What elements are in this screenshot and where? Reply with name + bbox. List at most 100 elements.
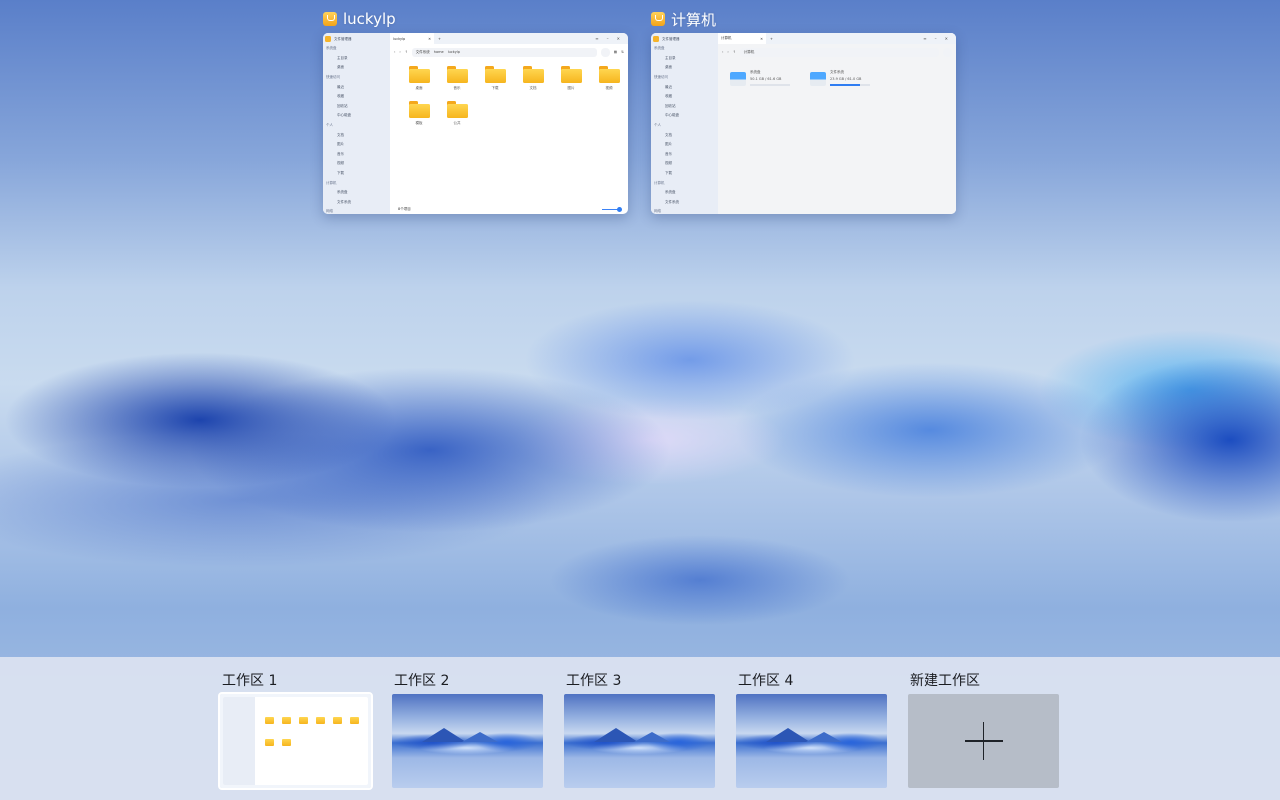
folder-icon [560, 66, 582, 83]
sidebar-item[interactable]: 音乐 [323, 150, 390, 160]
workspace-3[interactable]: 工作区 3 [564, 669, 717, 788]
workspace-preview[interactable] [392, 694, 543, 788]
menu-icon[interactable]: ≡ [595, 36, 598, 41]
breadcrumb-item[interactable]: home [434, 50, 444, 54]
toolbar: ‹ › ↑ 计算机 [718, 44, 956, 60]
sidebar-group: 个人 [654, 123, 661, 128]
breadcrumb-item[interactable]: 计算机 [744, 50, 755, 55]
window-title: luckylp [343, 10, 396, 28]
sidebar-item[interactable]: 文档 [651, 130, 718, 140]
sort-icon[interactable]: ⇅ [621, 50, 624, 54]
menu-icon[interactable]: ≡ [923, 36, 926, 41]
workspace-1[interactable]: 工作区 1 [218, 669, 373, 790]
drive-item[interactable]: 系统盘 50.1 GB / 61.6 GB [730, 70, 796, 86]
sidebar-item[interactable]: 系统盘 [651, 188, 718, 198]
sidebar-item[interactable]: 桌面 [323, 63, 390, 73]
zoom-slider[interactable] [602, 207, 622, 211]
folder-item[interactable]: 公共 [438, 101, 476, 126]
main-pane: 计算机 ✕ + ≡ – ✕ ‹ › ↑ 计算机 系统盘 50.1 GB / 61… [718, 33, 956, 214]
window-title-bar: 计算机 [651, 9, 956, 29]
folder-icon [265, 717, 274, 724]
new-workspace-button[interactable] [908, 694, 1059, 788]
folder-icon [408, 66, 430, 83]
sidebar-item[interactable]: 文件系统 [323, 198, 390, 208]
sidebar-item[interactable]: 图片 [651, 140, 718, 150]
address-bar[interactable]: 文件系统 home luckylp [411, 47, 597, 57]
window-controls: ≡ – ✕ [923, 36, 956, 41]
back-icon[interactable]: ‹ [722, 50, 723, 54]
sidebar-item[interactable]: 主目录 [651, 54, 718, 64]
hard-drive-icon [810, 72, 826, 86]
window-thumbnail-computer[interactable]: 计算机 文件管理器 系统盘 主目录 桌面 快速访问 最近 收藏 回收站 中心磁盘… [651, 9, 956, 214]
workspace-preview[interactable] [736, 694, 887, 788]
sidebar-item[interactable]: 收藏 [323, 92, 390, 102]
drive-item[interactable]: 文件系统 23.9 GB / 61.0 GB [810, 70, 876, 86]
add-tab-icon[interactable]: + [434, 37, 441, 41]
sidebar-item[interactable]: 音乐 [651, 150, 718, 160]
sidebar-item[interactable]: 图片 [323, 140, 390, 150]
forward-icon[interactable]: › [399, 50, 400, 54]
minimize-icon[interactable]: – [607, 36, 609, 41]
breadcrumb-item[interactable]: luckylp [448, 50, 460, 54]
folder-item[interactable]: 图片 [552, 66, 590, 91]
folder-item[interactable]: 文档 [514, 66, 552, 91]
tab-luckylp[interactable]: luckylp ✕ [390, 33, 434, 44]
address-bar[interactable]: 计算机 [739, 47, 939, 57]
sidebar-item[interactable]: 桌面 [651, 63, 718, 73]
sidebar-item[interactable]: 中心磁盘 [323, 111, 390, 121]
sidebar-item[interactable]: 收藏 [651, 92, 718, 102]
tab-bar: luckylp ✕ + ≡ – ✕ [390, 33, 628, 44]
sidebar-item[interactable]: 回收站 [323, 102, 390, 112]
sidebar-item[interactable]: 视频 [651, 159, 718, 169]
folder-label: 音乐 [453, 86, 461, 90]
sidebar-item[interactable]: 最近 [651, 82, 718, 92]
close-window-icon[interactable]: ✕ [617, 36, 620, 41]
up-icon[interactable]: ↑ [405, 50, 408, 54]
new-workspace[interactable]: 新建工作区 [908, 669, 1061, 788]
app-name: 文件管理器 [662, 36, 680, 41]
window-controls: ≡ – ✕ [595, 36, 628, 41]
sidebar-item[interactable]: 下载 [323, 169, 390, 179]
sidebar: 文件管理器 系统盘 主目录 桌面 快速访问 最近 收藏 回收站 中心磁盘 个人 … [323, 33, 390, 214]
workspace-4[interactable]: 工作区 4 [736, 669, 889, 788]
folder-item[interactable]: 下载 [476, 66, 514, 91]
close-tab-icon[interactable]: ✕ [428, 37, 431, 41]
search-icon[interactable] [943, 47, 952, 57]
folder-item[interactable]: 模板 [400, 101, 438, 126]
sidebar-item[interactable]: 主目录 [323, 54, 390, 64]
sidebar-group: 快速访问 [654, 75, 668, 80]
sidebar-item[interactable]: 视频 [323, 159, 390, 169]
search-icon[interactable] [600, 47, 610, 57]
forward-icon[interactable]: › [727, 50, 728, 54]
workspace-preview[interactable] [564, 694, 715, 788]
sidebar-item[interactable]: 系统盘 [323, 188, 390, 198]
window-thumbnail-luckylp[interactable]: luckylp 文件管理器 系统盘 主目录 桌面 快速访问 最近 收藏 回收站 … [323, 9, 628, 214]
folder-item[interactable]: 视频 [590, 66, 628, 91]
drive-info: 系统盘 50.1 GB / 61.6 GB [750, 70, 796, 86]
minimize-icon[interactable]: – [935, 36, 937, 41]
close-tab-icon[interactable]: ✕ [760, 37, 763, 41]
folder-item[interactable]: 桌面 [400, 66, 438, 91]
sidebar-item[interactable]: 下载 [651, 169, 718, 179]
add-tab-icon[interactable]: + [766, 37, 773, 41]
breadcrumb-item[interactable]: 文件系统 [416, 50, 430, 55]
view-mode-icon[interactable]: ▦ [614, 50, 617, 54]
folder-item[interactable]: 音乐 [438, 66, 476, 91]
sidebar-item[interactable]: 文件系统 [651, 198, 718, 208]
tab-computer[interactable]: 计算机 ✕ [718, 33, 766, 44]
workspace-preview[interactable] [218, 692, 373, 790]
sidebar-item[interactable]: 文档 [323, 130, 390, 140]
sidebar-item[interactable]: 最近 [323, 82, 390, 92]
window-preview[interactable]: 文件管理器 系统盘 主目录 桌面 快速访问 最近 收藏 回收站 中心磁盘 个人 … [323, 33, 628, 214]
folder-icon [446, 101, 468, 118]
folder-icon [598, 66, 620, 83]
close-window-icon[interactable]: ✕ [945, 36, 948, 41]
workspace-2[interactable]: 工作区 2 [392, 669, 545, 788]
sidebar-item[interactable]: 回收站 [651, 102, 718, 112]
window-preview[interactable]: 文件管理器 系统盘 主目录 桌面 快速访问 最近 收藏 回收站 中心磁盘 个人 … [651, 33, 956, 214]
back-icon[interactable]: ‹ [394, 50, 395, 54]
sidebar-item[interactable]: 中心磁盘 [651, 111, 718, 121]
folder-icon [484, 66, 506, 83]
up-icon[interactable]: ↑ [733, 50, 736, 54]
folder-label: 桌面 [415, 86, 423, 90]
